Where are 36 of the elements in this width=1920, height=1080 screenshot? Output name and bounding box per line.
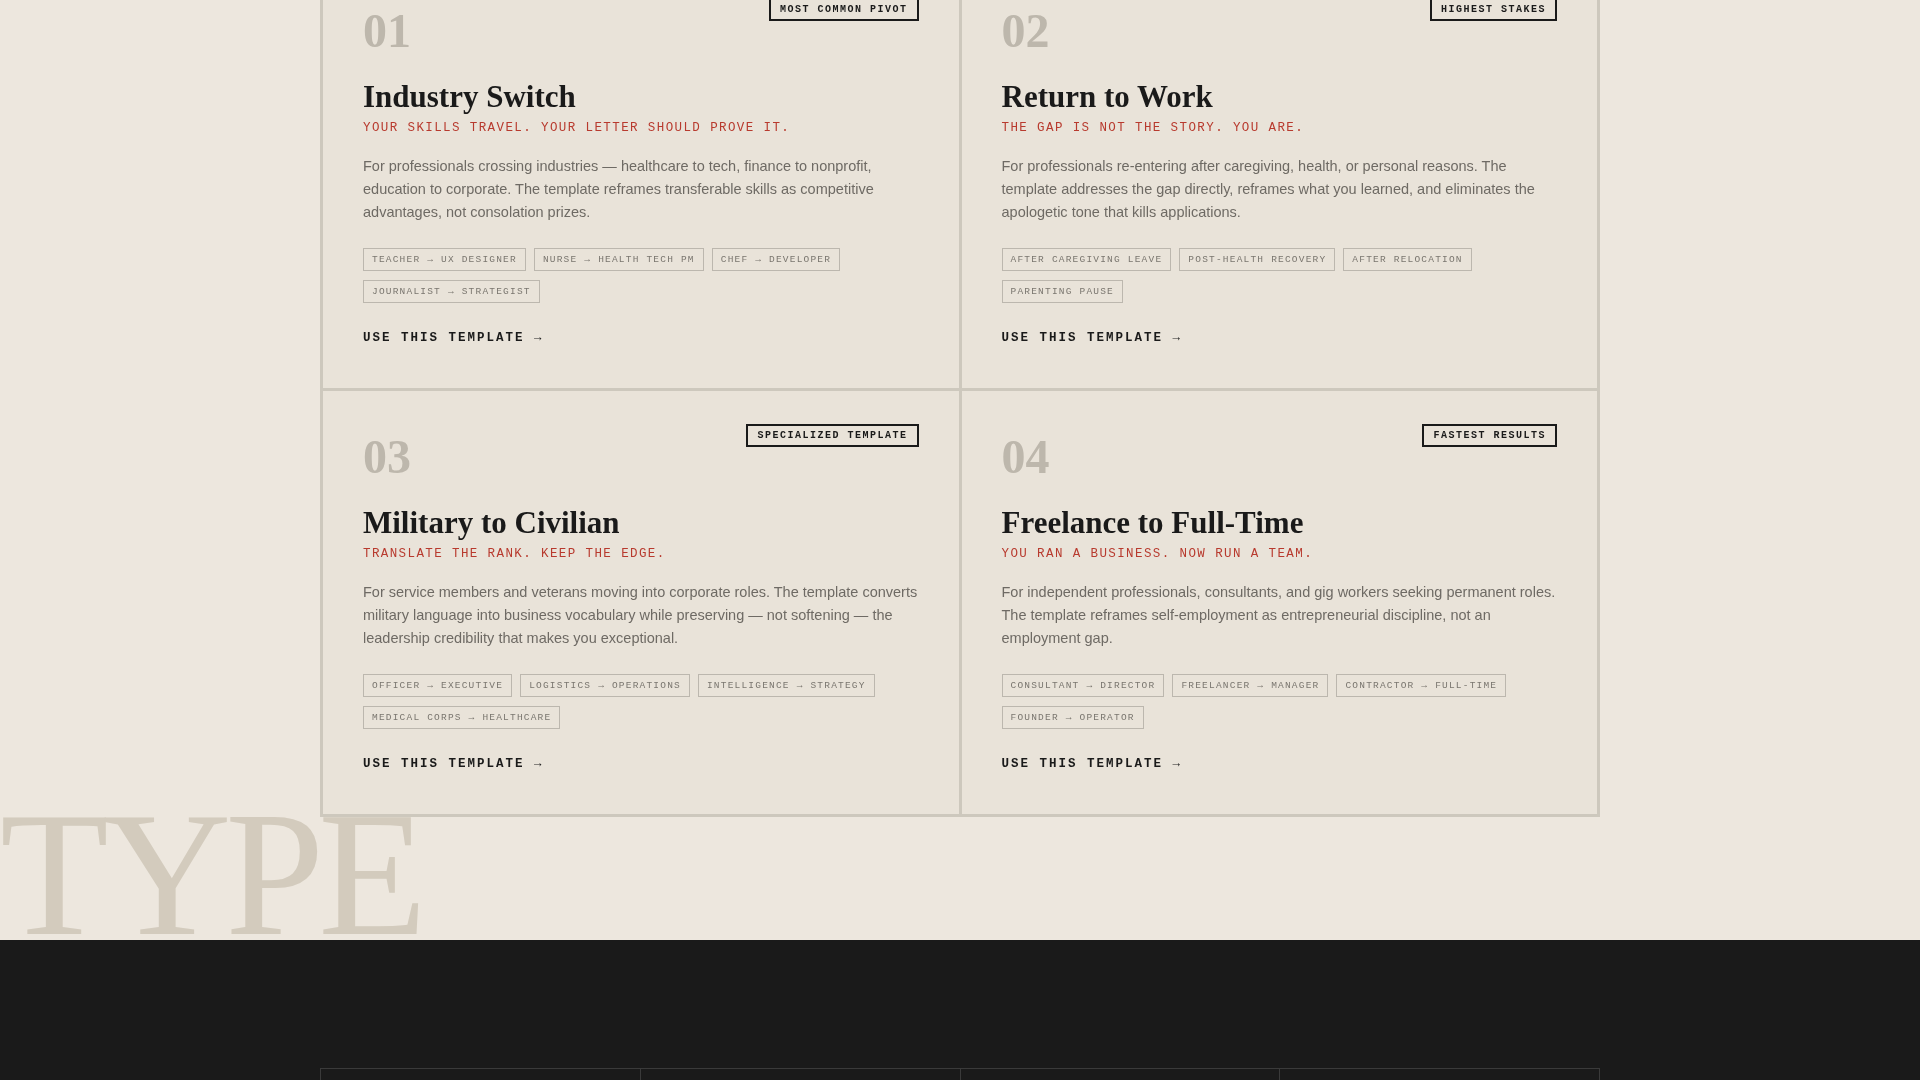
example-tag: FOUNDER → OPERATOR	[1001, 706, 1144, 729]
card-badge: FASTEST RESULTS	[1422, 424, 1557, 447]
card-badge: HIGHEST STAKES	[1430, 0, 1557, 21]
example-tag: CONTRACTOR → FULL-TIME	[1336, 674, 1507, 697]
card-tagline: THE GAP IS NOT THE STORY. YOU ARE.	[1001, 121, 1306, 135]
use-template-link[interactable]: USE THIS TEMPLATE →	[1001, 757, 1183, 771]
card-title: Return to Work	[1001, 79, 1214, 115]
example-tag: AFTER RELOCATION	[1343, 248, 1472, 271]
card-description: For service members and veterans moving into corporate roles. The template converts military language into business vocabulary while preserving — not softening — the leadership credibility that makes you exceptional.	[363, 583, 919, 648]
example-tag: JOURNALIST → STRATEGIST	[363, 280, 540, 303]
card-badge: MOST COMMON PIVOT	[768, 0, 919, 21]
example-tag: AFTER CAREGIVING LEAVE	[1001, 248, 1172, 271]
card-title: Military to Civilian	[363, 505, 621, 541]
card-tagline: YOU RAN A BUSINESS. NOW RUN A TEAM.	[1001, 547, 1315, 561]
use-template-link[interactable]: USE THIS TEMPLATE →	[363, 331, 544, 345]
example-tag: PARENTING PAUSE	[1001, 280, 1123, 303]
example-tag: TEACHER → UX DESIGNER	[363, 248, 526, 271]
card-title: Industry Switch	[363, 79, 577, 115]
card-description: For professionals re-entering after caregiving, health, or personal reasons. The template addresses the gap directly, reframes what you learned, and eliminates the apologetic tone that kills applications.	[1001, 157, 1536, 222]
example-tag: FREELANCER → MANAGER	[1172, 674, 1329, 697]
example-tag: OFFICER → EXECUTIVE	[363, 674, 513, 697]
card-description: For independent professionals, consultants, and gig workers seeking permanent roles. The template reframes self-employment as entrepreneurial discipline, not an employment gap.	[1001, 583, 1557, 648]
example-tag: MEDICAL CORPS → HEALTHCARE	[363, 706, 561, 729]
example-tag: CONSULTANT → DIRECTOR	[1001, 674, 1165, 697]
example-tag: POST-HEALTH RECOVERY	[1179, 248, 1336, 271]
example-tag: INTELLIGENCE → STRATEGY	[697, 674, 875, 697]
card-tagline: TRANSLATE THE RANK. KEEP THE EDGE.	[363, 547, 667, 561]
card-tagline: YOUR SKILLS TRAVEL. YOUR LETTER SHOULD PROVE IT.	[363, 121, 792, 135]
example-tag: NURSE → HEALTH TECH PM	[533, 248, 704, 271]
card-title: Freelance to Full-Time	[1001, 505, 1305, 541]
use-template-link[interactable]: USE THIS TEMPLATE →	[363, 757, 544, 771]
use-template-link[interactable]: USE THIS TEMPLATE →	[1001, 331, 1183, 345]
card-description: For professionals crossing industries — healthcare to tech, finance to nonprofit, education to corporate. The template reframes transferable skills as competitive advantages, not consolation prizes.	[363, 157, 875, 222]
example-tag: CHEF → DEVELOPER	[711, 248, 841, 271]
card-badge: SPECIALIZED TEMPLATE	[746, 424, 919, 447]
example-tag: LOGISTICS → OPERATIONS	[520, 674, 690, 697]
